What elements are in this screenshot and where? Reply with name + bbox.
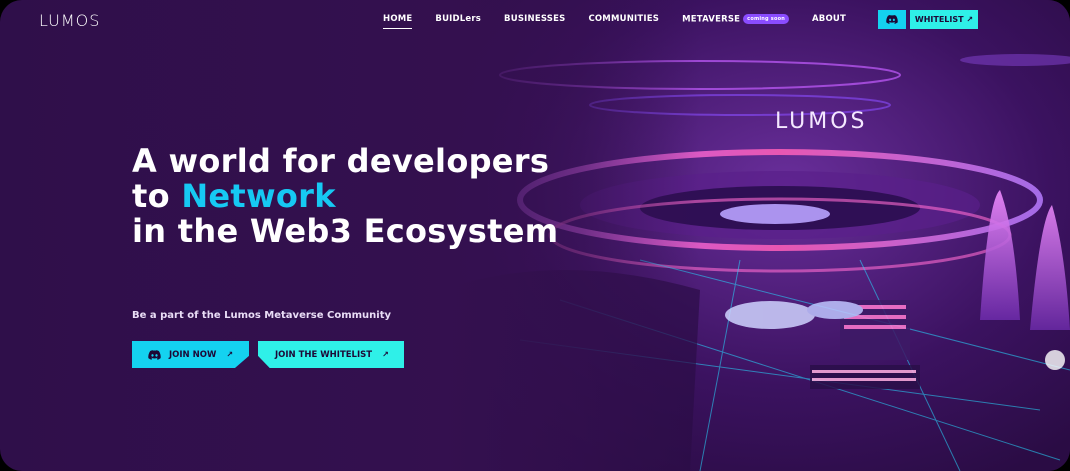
coming-soon-badge: coming soon (743, 14, 789, 24)
headline-line-3: in the Web3 Ecosystem (132, 212, 559, 250)
discord-button[interactable] (878, 10, 906, 29)
headline-line-2-prefix: to (132, 177, 182, 215)
nav-buidlers[interactable]: BUIDLers (435, 14, 481, 24)
nav-links: HOME BUIDLers BUSINESSES COMMUNITIES MET… (383, 14, 869, 30)
nav-metaverse[interactable]: METAVERSE coming soon (682, 14, 789, 25)
join-now-button[interactable]: JOIN NOW ↗ (132, 341, 249, 368)
nav-metaverse-label: METAVERSE (682, 14, 741, 25)
discord-icon (886, 15, 898, 24)
nav-businesses[interactable]: BUSINESSES (504, 14, 565, 24)
top-nav: LUMOS HOME BUIDLers BUSINESSES COMMUNITI… (0, 0, 1070, 40)
arrow-up-right-icon: ↗ (226, 350, 234, 359)
join-whitelist-button[interactable]: JOIN THE WHITELIST ↗ (258, 341, 404, 368)
nav-about[interactable]: ABOUT (812, 14, 846, 24)
scene-logo: LUMOS (775, 109, 868, 134)
arrow-up-right-icon: ↗ (382, 350, 389, 359)
join-whitelist-label: JOIN THE WHITELIST (275, 349, 373, 360)
headline-accent: Network (181, 177, 336, 215)
nav-whitelist-button[interactable]: WHITELIST ↗ (910, 10, 978, 29)
page: LUMOS LUMOS HOME BUIDLers BUSINESSES COM… (0, 0, 1070, 471)
discord-icon (148, 349, 161, 360)
headline-line-1: A world for developers (132, 142, 550, 180)
join-now-label: JOIN NOW (169, 349, 217, 360)
nav-home[interactable]: HOME (383, 14, 413, 30)
hero-headline: A world for developers to Network in the… (132, 144, 558, 249)
logo[interactable]: LUMOS (39, 11, 100, 30)
nav-communities[interactable]: COMMUNITIES (588, 14, 659, 24)
hero-tagline: Be a part of the Lumos Metaverse Communi… (132, 310, 392, 321)
